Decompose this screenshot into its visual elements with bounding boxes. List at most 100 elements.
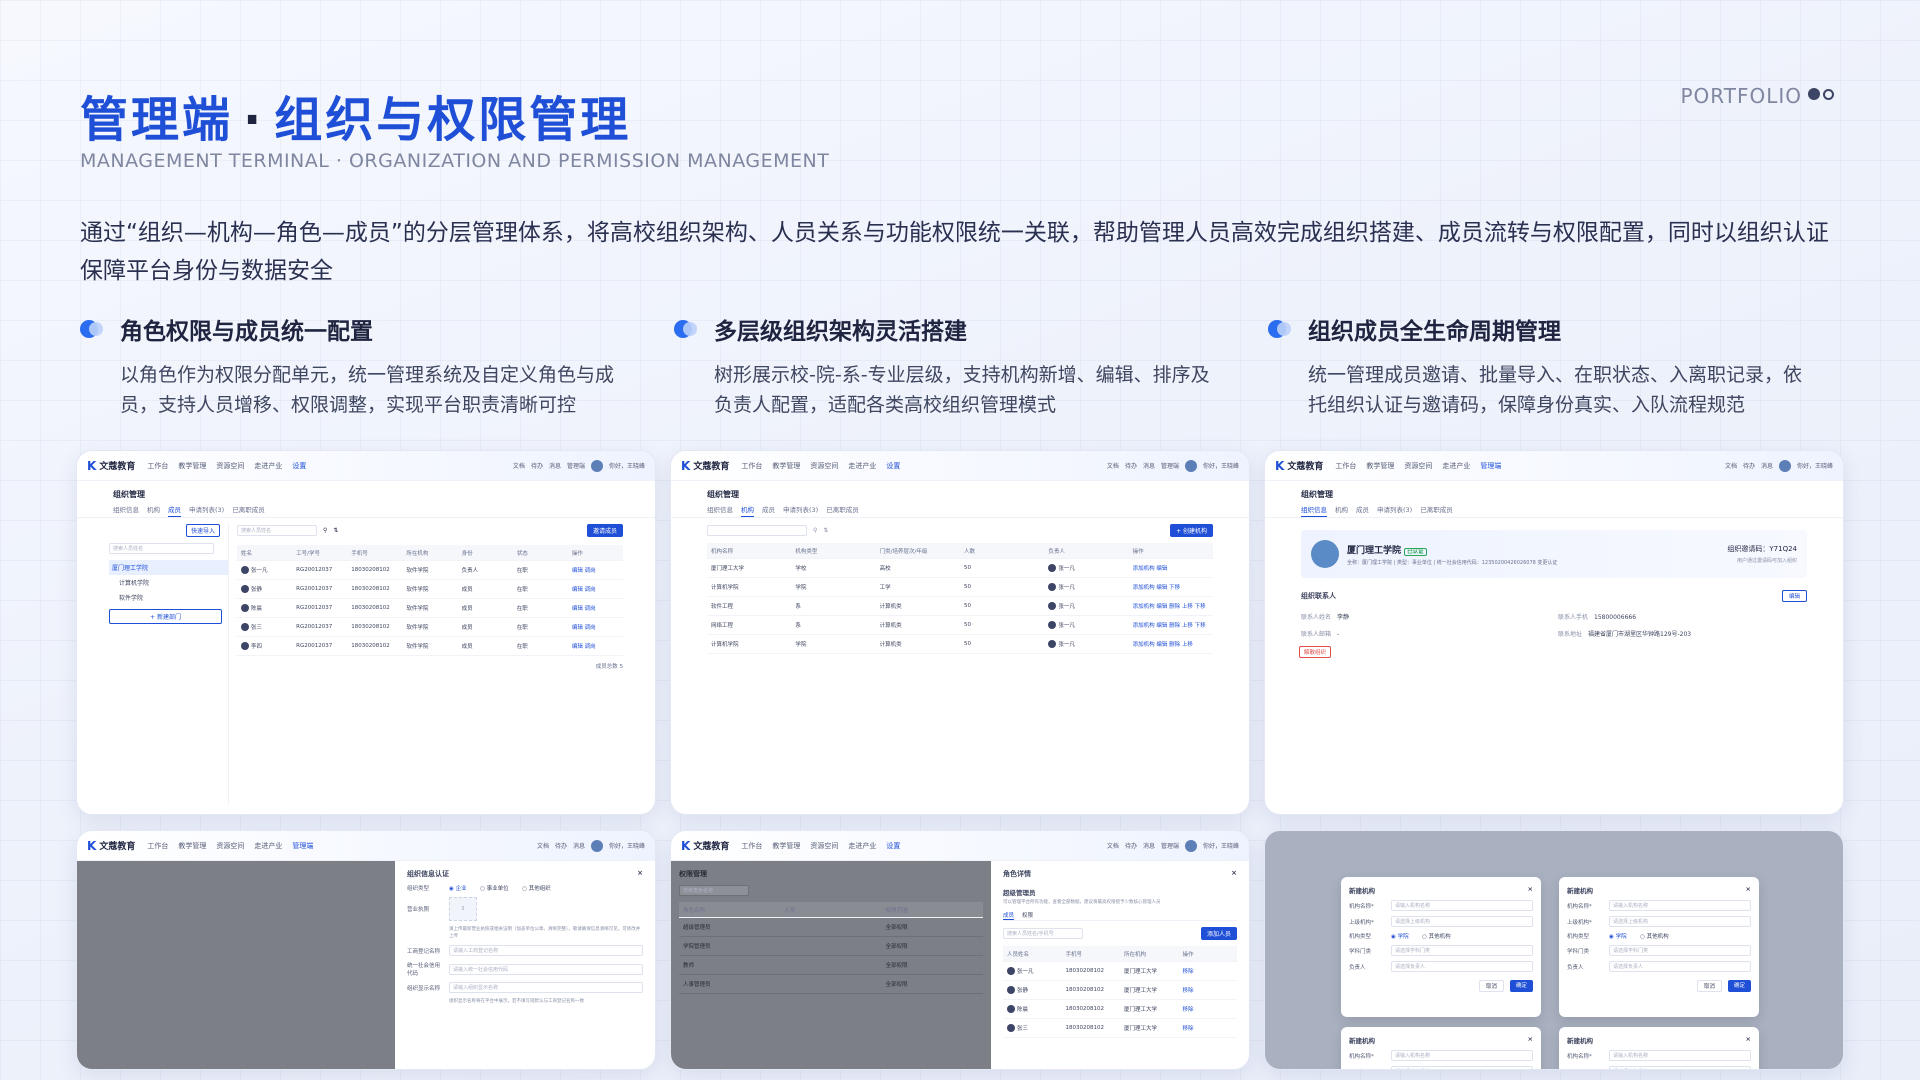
nav-admin[interactable]: 管理端: [292, 841, 313, 851]
row-actions[interactable]: 编辑 调岗: [568, 623, 623, 631]
row-actions[interactable]: 移除: [1179, 1024, 1238, 1032]
add-person-button[interactable]: 添加人员: [1200, 927, 1237, 940]
table-row[interactable]: 李四 RG20012037 18030208102 软件学院 成员 在职 编辑 调岗: [237, 637, 623, 656]
user-greeting[interactable]: 你好，王晓峰: [1797, 461, 1833, 470]
nav-workbench[interactable]: 工作台: [741, 841, 762, 851]
tab-resigned[interactable]: 已离职成员: [826, 504, 859, 517]
table-row[interactable]: 陈晨 RG20012037 18030208102 软件学院 成员 在职 编辑 调岗: [237, 599, 623, 618]
radio-other[interactable]: ○ 其他机构: [1422, 932, 1451, 940]
docs-link[interactable]: 文档: [513, 461, 525, 470]
confirm-button[interactable]: 确定: [1509, 980, 1533, 992]
tree-search-input[interactable]: 搜索人员姓名: [109, 543, 214, 554]
row-actions[interactable]: 编辑 调岗: [568, 585, 623, 593]
nav-workbench[interactable]: 工作台: [147, 841, 168, 851]
tab-institutions[interactable]: 机构: [147, 504, 160, 517]
user-greeting[interactable]: 你好，王晓峰: [609, 461, 645, 470]
row-actions[interactable]: 添加机构 编辑: [1129, 564, 1213, 572]
tab-members[interactable]: 成员: [1356, 504, 1369, 517]
tab-members[interactable]: 成员: [168, 504, 181, 517]
nav-teaching[interactable]: 教学管理: [772, 461, 800, 471]
nav-resources[interactable]: 资源空间: [1404, 461, 1432, 471]
row-actions[interactable]: 添加机构 编辑 删除 上移: [1129, 640, 1213, 648]
nav-industry[interactable]: 走进产业: [1442, 461, 1470, 471]
overlay-mask[interactable]: 权限管理 搜索角色名称 角色名称 人员 权限范围 超级管理员 全部权限 学院管理员 全部权限…: [671, 861, 991, 1069]
row-actions[interactable]: 编辑 调岗: [568, 642, 623, 650]
avatar[interactable]: [1184, 839, 1197, 852]
business-name-input[interactable]: 请输入工商登记名称: [449, 945, 643, 956]
table-row[interactable]: 计算机学院 学院 计算机类 50 张一凡 添加机构 编辑 删除 上移: [707, 635, 1213, 654]
docs-link[interactable]: 文档: [537, 841, 549, 850]
nav-teaching[interactable]: 教学管理: [178, 841, 206, 851]
create-institution-button[interactable]: + 创建机构: [1170, 524, 1213, 537]
table-row[interactable]: 陈晨 18030208102 厦门理工大学 移除: [1003, 1000, 1237, 1019]
modal-input[interactable]: 请选择上级机构: [1391, 1066, 1533, 1069]
nav-teaching[interactable]: 教学管理: [178, 461, 206, 471]
tab-org-info[interactable]: 组织信息: [113, 504, 139, 517]
user-greeting[interactable]: 你好，王晓峰: [609, 841, 645, 850]
close-icon[interactable]: ×: [1528, 885, 1533, 895]
radio-college[interactable]: ◉ 学院: [1391, 932, 1409, 940]
role-member-search[interactable]: 搜索人员姓名/手机号: [1003, 928, 1083, 939]
nav-resources[interactable]: 资源空间: [216, 461, 244, 471]
sort-icon[interactable]: ⇅: [333, 527, 338, 534]
avatar[interactable]: [1778, 459, 1791, 472]
radio-enterprise[interactable]: ◉ 企业: [449, 884, 467, 892]
import-button[interactable]: 快速导入: [185, 524, 220, 537]
radio-other[interactable]: ○ 其他机构: [1640, 932, 1669, 940]
close-icon[interactable]: ×: [1231, 869, 1237, 879]
row-actions[interactable]: 添加机构 编辑 删除 上移 下移: [1129, 602, 1213, 610]
nav-settings[interactable]: 设置: [292, 461, 306, 471]
sort-icon[interactable]: ⇅: [823, 527, 828, 534]
modal-input[interactable]: 请输入机构名称: [1609, 1050, 1751, 1061]
overlay-mask[interactable]: [77, 861, 395, 1069]
radio-institution[interactable]: ○ 事业单位: [480, 884, 509, 892]
table-row[interactable]: 软件工程 系 计算机类 50 张一凡 添加机构 编辑 删除 上移 下移: [707, 597, 1213, 616]
tab-members[interactable]: 成员: [762, 504, 775, 517]
nav-resources[interactable]: 资源空间: [810, 841, 838, 851]
tab-resigned[interactable]: 已离职成员: [232, 504, 265, 517]
nav-settings[interactable]: 设置: [886, 461, 900, 471]
invite-member-button[interactable]: 邀请成员: [586, 524, 623, 537]
nav-admin[interactable]: 管理端: [1480, 461, 1501, 471]
table-row[interactable]: 张三 RG20012037 18030208102 软件学院 成员 在职 编辑 调岗: [237, 618, 623, 637]
credit-code-input[interactable]: 请输入统一社会信用代码: [449, 963, 643, 975]
close-icon[interactable]: ×: [1746, 1035, 1751, 1045]
display-name-input[interactable]: 请输入组织显示名称: [449, 982, 643, 993]
tab-applications[interactable]: 申请列表(3): [783, 504, 818, 517]
nav-workbench[interactable]: 工作台: [741, 461, 762, 471]
dissolve-org-button[interactable]: 解散组织: [1299, 646, 1332, 658]
modal-input[interactable]: 请输入机构名称: [1391, 900, 1533, 911]
admin-switch[interactable]: 管理端: [1161, 841, 1179, 850]
user-greeting[interactable]: 你好，王晓峰: [1203, 461, 1239, 470]
tree-node[interactable]: 软件学院: [109, 590, 228, 605]
messages-link[interactable]: 消息: [1143, 461, 1155, 470]
edit-contact-button[interactable]: 编辑: [1781, 590, 1807, 602]
table-row[interactable]: 网络工程 系 计算机类 50 张一凡 添加机构 编辑 删除 上移 下移: [707, 616, 1213, 635]
user-greeting[interactable]: 你好，王晓峰: [1203, 841, 1239, 850]
docs-link[interactable]: 文档: [1107, 841, 1119, 850]
radio-college[interactable]: ◉ 学院: [1609, 932, 1627, 940]
messages-link[interactable]: 消息: [573, 841, 585, 850]
modal-input[interactable]: 请选择负责人: [1391, 961, 1533, 972]
modal-input[interactable]: 请选择上级机构: [1609, 916, 1751, 927]
row-actions[interactable]: 移除: [1179, 1005, 1238, 1013]
avatar[interactable]: [590, 459, 603, 472]
todo-link[interactable]: 待办: [1125, 841, 1137, 850]
tab-role-members[interactable]: 成员: [1003, 911, 1015, 920]
cancel-button[interactable]: 取消: [1478, 980, 1504, 992]
radio-other[interactable]: ○ 其他组织: [522, 884, 551, 892]
nav-resources[interactable]: 资源空间: [810, 461, 838, 471]
tab-institutions[interactable]: 机构: [741, 504, 754, 517]
nav-industry[interactable]: 走进产业: [254, 841, 282, 851]
close-icon[interactable]: ×: [1746, 885, 1751, 895]
modal-input[interactable]: 请选择学科门类: [1609, 945, 1751, 956]
nav-industry[interactable]: 走进产业: [254, 461, 282, 471]
upload-icon[interactable]: ⇪: [449, 897, 477, 921]
admin-switch[interactable]: 管理端: [1161, 461, 1179, 470]
avatar[interactable]: [1184, 459, 1197, 472]
modal-input[interactable]: 请输入机构名称: [1609, 900, 1751, 911]
tab-role-permissions[interactable]: 权限: [1022, 911, 1033, 920]
nav-industry[interactable]: 走进产业: [848, 841, 876, 851]
docs-link[interactable]: 文档: [1725, 461, 1737, 470]
tab-applications[interactable]: 申请列表(3): [1377, 504, 1412, 517]
